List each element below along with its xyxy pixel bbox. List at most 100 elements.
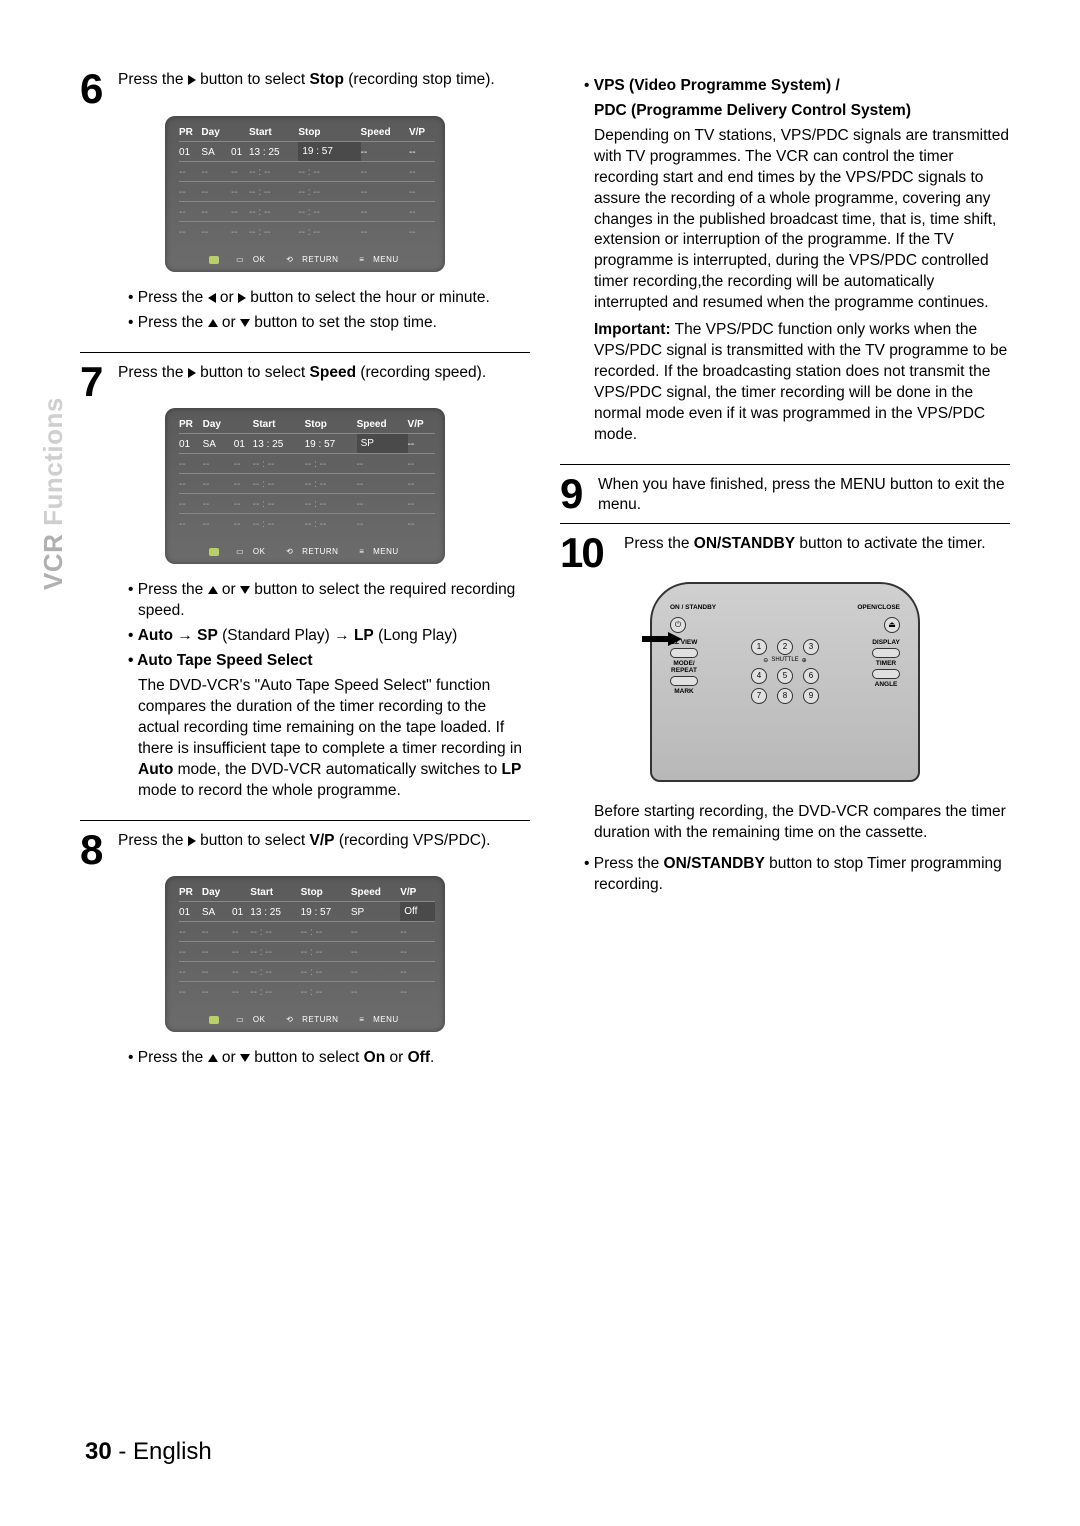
osd-data-row: 01SA0113 : 2519 : 57---- <box>179 141 435 161</box>
timer-label: TIMER <box>876 660 896 667</box>
ok-label: ▭ OK <box>236 547 271 556</box>
bullet: • Press the or button to set the stop ti… <box>128 313 530 334</box>
page-number: 30 <box>85 1438 112 1465</box>
step-10-below: Before starting recording, the DVD-VCR c… <box>560 796 1010 910</box>
osd-blank-row: -------- : ---- : ------ <box>179 161 435 181</box>
up-icon <box>208 586 218 594</box>
vps-important: Important: The VPS/PDC function only wor… <box>584 320 1010 446</box>
play-right-icon <box>188 836 196 846</box>
nav-icon <box>209 1015 221 1024</box>
right-icon <box>238 293 246 303</box>
osd-blank-row: -------- : ---- : ------ <box>179 922 435 942</box>
menu-label: ≡ MENU <box>359 547 404 556</box>
step-10-below-text: Before starting recording, the DVD-VCR c… <box>584 802 1010 844</box>
num-7: 7 <box>751 688 767 704</box>
shuttle-label: ⊖ SHUTTLE ⊕ <box>763 657 806 664</box>
moderepeat-label: MODE/ REPEAT <box>671 660 697 674</box>
osd-blank-row: -------- : ---- : ------ <box>179 474 435 494</box>
step-6: 6 Press the button to select Stop (recor… <box>80 70 530 108</box>
ok-label: ▭ OK <box>236 1015 271 1024</box>
remote-illustration: ON / STANDBY OPEN/CLOSE ⏻ ⏏ EZ VIEW MODE… <box>650 582 920 782</box>
osd-blank-row: -------- : ---- : ------ <box>179 454 435 474</box>
step-7-number: 7 <box>80 363 110 401</box>
bullet: • Auto → SP (Standard Play) → LP (Long P… <box>128 626 530 647</box>
timer-button <box>872 669 900 679</box>
divider <box>560 523 1010 524</box>
step-6-bullets: • Press the or button to select the hour… <box>80 282 530 348</box>
menu-label: ≡ MENU <box>359 1015 404 1024</box>
vps-body1: Depending on TV stations, VPS/PDC signal… <box>584 126 1010 314</box>
openclose-label: OPEN/CLOSE <box>857 604 900 611</box>
display-label: DISPLAY <box>872 639 900 646</box>
step-9: 9 When you have finished, press the MENU… <box>560 475 1010 515</box>
osd-footer: ▭ OK ⟲ RETURN ≡ MENU <box>179 547 435 556</box>
bullet-body: The DVD-VCR's "Auto Tape Speed Select" f… <box>128 676 530 802</box>
step-10-bullet: • Press the ON/STANDBY button to stop Ti… <box>584 854 1010 896</box>
bullet-heading: • Auto Tape Speed Select <box>128 651 530 672</box>
up-icon <box>208 1054 218 1062</box>
ezview-button <box>670 648 698 658</box>
step-6-text: Press the button to select Stop (recordi… <box>118 70 495 90</box>
step-8: 8 Press the button to select V/P (record… <box>80 831 530 869</box>
step-7-bullets: • Press the or button to select the requ… <box>80 574 530 815</box>
side-section-label: VCR Functions <box>38 397 69 590</box>
num-8: 8 <box>777 688 793 704</box>
num-3: 3 <box>803 639 819 655</box>
onstandby-label: ON / STANDBY <box>670 604 716 611</box>
step-6-number: 6 <box>80 70 110 108</box>
osd-header-row: PRDayStartStopSpeedV/P <box>179 884 435 902</box>
osd-data-row: 01SA0113 : 2519 : 57SP-- <box>179 434 435 454</box>
step-9-text: When you have finished, press the MENU b… <box>598 475 1010 515</box>
step-10-text: Press the ON/STANDBY button to activate … <box>624 534 986 554</box>
osd-blank-row: -------- : ---- : ------ <box>179 181 435 201</box>
num-6: 6 <box>803 668 819 684</box>
return-label: ⟲ RETURN <box>286 547 344 556</box>
osd-header-row: PRDayStartStopSpeedV/P <box>179 416 435 434</box>
osd-blank-row: -------- : ---- : ------ <box>179 962 435 982</box>
step-10: 10 Press the ON/STANDBY button to activa… <box>560 534 1010 572</box>
osd-footer: ▭ OK ⟲ RETURN ≡ MENU <box>179 255 435 264</box>
step-8-bullets: • Press the or button to select On or Of… <box>80 1042 530 1083</box>
down-icon <box>240 319 250 327</box>
mark-label: MARK <box>674 688 694 695</box>
step-10-number: 10 <box>560 534 616 572</box>
osd-data-row: 01SA0113 : 2519 : 57SPOff <box>179 902 435 922</box>
osd-header-row: PRDayStartStopSpeedV/P <box>179 124 435 142</box>
page-footer: 30 - English <box>85 1438 212 1466</box>
osd-blank-row: -------- : ---- : ------ <box>179 494 435 514</box>
num-2: 2 <box>777 639 793 655</box>
osd-panel-vp: PRDayStartStopSpeedV/P 01SA0113 : 2519 :… <box>165 876 445 1032</box>
openclose-button: ⏏ <box>884 617 900 633</box>
angle-label: ANGLE <box>875 681 898 688</box>
nav-icon <box>209 255 221 264</box>
step-7-text: Press the button to select Speed (record… <box>118 363 486 383</box>
pointer-arrow-icon <box>668 632 682 646</box>
step-8-number: 8 <box>80 831 110 869</box>
up-icon <box>208 319 218 327</box>
step-8-text: Press the button to select V/P (recordin… <box>118 831 490 851</box>
step-9-number: 9 <box>560 475 590 513</box>
play-right-icon <box>188 75 196 85</box>
osd-panel-stop: PRDayStartStopSpeedV/P 01SA0113 : 2519 :… <box>165 116 445 272</box>
display-button <box>872 648 900 658</box>
divider <box>80 820 530 821</box>
bullet: • Press the or button to select the hour… <box>128 288 530 309</box>
vps-heading2: PDC (Programme Delivery Control System) <box>584 101 1010 122</box>
divider <box>80 352 530 353</box>
num-5: 5 <box>777 668 793 684</box>
osd-blank-row: -------- : ---- : ------ <box>179 982 435 1002</box>
nav-icon <box>209 547 221 556</box>
play-right-icon <box>188 368 196 378</box>
bullet: • Press the or button to select the requ… <box>128 580 530 622</box>
vps-block: • VPS (Video Programme System) / PDC (Pr… <box>560 70 1010 460</box>
return-label: ⟲ RETURN <box>286 1015 344 1024</box>
menu-label: ≡ MENU <box>359 255 404 264</box>
moderepeat-button <box>670 676 698 686</box>
osd-footer: ▭ OK ⟲ RETURN ≡ MENU <box>179 1015 435 1024</box>
page-language: English <box>133 1438 212 1465</box>
return-label: ⟲ RETURN <box>286 255 344 264</box>
divider <box>560 464 1010 465</box>
step-7: 7 Press the button to select Speed (reco… <box>80 363 530 401</box>
osd-blank-row: -------- : ---- : ------ <box>179 942 435 962</box>
vps-heading: • VPS (Video Programme System) / <box>584 76 1010 97</box>
